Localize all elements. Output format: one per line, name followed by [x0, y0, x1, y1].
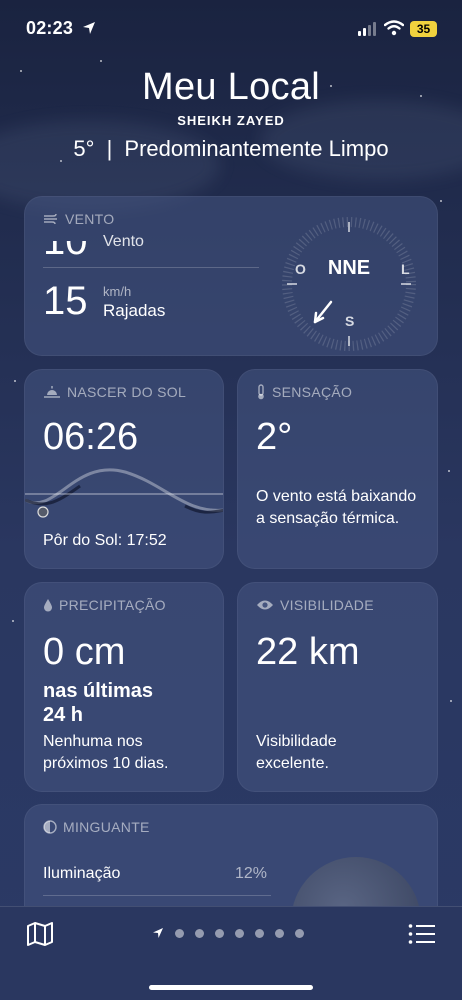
feels-like-value: 2°	[256, 416, 293, 458]
precipitation-forecast-line2: próximos 10 dias.	[43, 755, 169, 772]
city-name: Meu Local	[141, 66, 321, 108]
location-arrow-icon	[83, 22, 95, 34]
wind-card-title: VENTO	[43, 211, 114, 227]
bottom-toolbar	[0, 906, 462, 1000]
feels-like-card-title: SENSAÇÃO	[256, 384, 352, 400]
moon-phase-icon	[43, 820, 57, 834]
cellular-signal-icon	[358, 22, 376, 36]
visibility-desc-line2: excelente.	[256, 755, 329, 772]
sublocation-name: SHEIKH ZAYED	[177, 113, 285, 128]
gust-value: 15	[43, 279, 88, 323]
feels-like-card[interactable]: SENSAÇÃO 2° O vento está baixando a sens…	[237, 369, 438, 569]
page-dot[interactable]	[235, 928, 244, 938]
current-condition: Predominantemente Limpo	[124, 136, 389, 161]
gust-label: Rajadas	[103, 301, 166, 320]
wind-divider	[43, 267, 259, 268]
home-indicator[interactable]	[149, 985, 313, 990]
precipitation-card[interactable]: PRECIPITAÇÃO 0 cm nas últimas 24 h Nenhu…	[24, 582, 224, 792]
sunrise-card-title: NASCER DO SOL	[43, 384, 186, 400]
page-dot[interactable]	[275, 928, 284, 938]
moon-card-title: MINGUANTE	[43, 819, 150, 835]
page-dot[interactable]	[255, 928, 264, 938]
wind-speed-label: Vento	[103, 233, 144, 250]
sunrise-card[interactable]: NASCER DO SOL 06:26 Pôr do Sol: 17:52	[24, 369, 224, 569]
moon-divider	[43, 895, 271, 896]
sunrise-time: 06:26	[43, 416, 139, 458]
summary-separator: |	[106, 136, 113, 161]
sunset-time: Pôr do Sol: 17:52	[43, 532, 167, 549]
precipitation-period-line1: nas últimas	[43, 680, 154, 702]
wind-compass: O L S NNE	[282, 217, 416, 351]
visibility-value: 22 km	[256, 631, 360, 673]
page-dot[interactable]	[195, 928, 204, 938]
page-indicator[interactable]	[152, 927, 304, 939]
raindrop-icon	[44, 599, 52, 612]
compass-east-label: L	[401, 261, 410, 277]
feels-like-description: O vento está baixando a sensação térmica…	[256, 488, 417, 527]
visibility-desc-line1: Visibilidade	[256, 733, 337, 750]
wifi-icon	[384, 20, 404, 36]
location-header: Meu Local SHEIKH ZAYED 5° | Predominante…	[0, 66, 462, 162]
compass-west-label: O	[295, 261, 306, 277]
wind-card[interactable]: VENTO 10 Vento 15 km/h Rajadas O L S NNE	[24, 196, 438, 356]
visibility-card[interactable]: VISIBILIDADE 22 km Visibilidade excelent…	[237, 582, 438, 792]
page-dot[interactable]	[175, 928, 184, 938]
list-icon[interactable]	[408, 923, 436, 945]
page-dot[interactable]	[215, 928, 224, 938]
map-icon[interactable]	[26, 921, 54, 947]
sunrise-icon	[44, 386, 60, 398]
precipitation-card-title: PRECIPITAÇÃO	[43, 597, 166, 613]
current-location-page-icon[interactable]	[152, 927, 164, 939]
precipitation-value: 0 cm	[43, 631, 126, 673]
compass-direction-label: NNE	[328, 257, 370, 279]
page-dot[interactable]	[295, 928, 304, 938]
precipitation-period-line2: 24 h	[43, 704, 84, 726]
illumination-value: 12%	[235, 865, 268, 882]
precipitation-forecast-line1: Nenhuma nos	[43, 733, 143, 750]
illumination-label: Iluminação	[43, 865, 121, 882]
eye-icon	[257, 600, 273, 610]
current-temperature: 5°	[73, 136, 95, 161]
thermometer-icon	[258, 384, 264, 400]
sun-path-graph	[25, 468, 223, 518]
current-summary: 5° | Predominantemente Limpo	[0, 136, 462, 162]
wind-icon	[44, 213, 57, 225]
battery-indicator: 35	[410, 21, 437, 37]
visibility-card-title: VISIBILIDADE	[256, 597, 374, 613]
status-bar: 02:23 35	[0, 0, 462, 56]
compass-south-label: S	[345, 313, 354, 329]
status-time: 02:23	[26, 18, 74, 38]
wind-direction-arrow	[313, 300, 333, 324]
gust-unit: km/h	[103, 284, 132, 299]
